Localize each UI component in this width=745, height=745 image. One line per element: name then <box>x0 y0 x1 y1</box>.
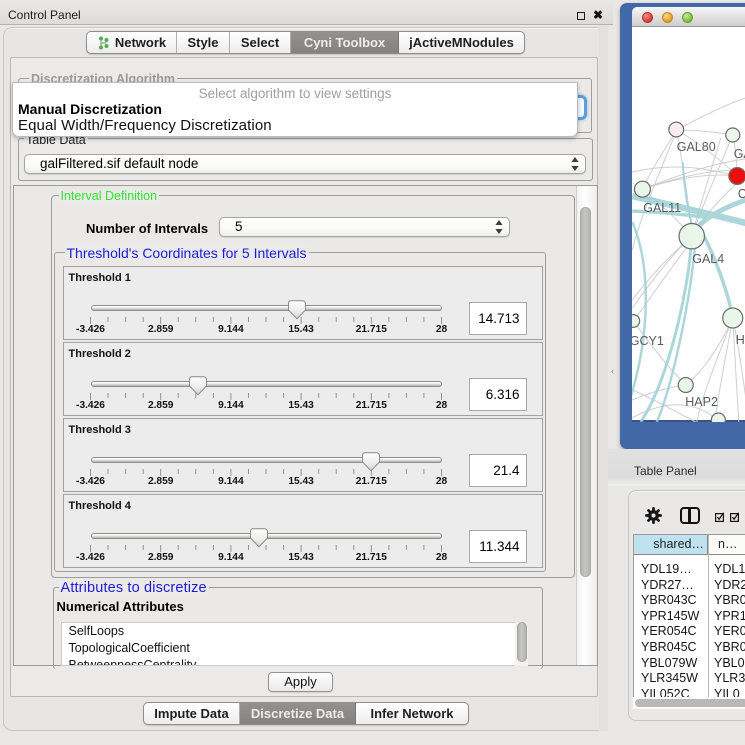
svg-text:28: 28 <box>436 552 448 563</box>
svg-text:2.859: 2.859 <box>148 400 174 411</box>
svg-text:-3.426: -3.426 <box>76 400 105 411</box>
svg-text:15.43: 15.43 <box>288 552 314 563</box>
svg-text:2.859: 2.859 <box>148 324 174 335</box>
svg-text:C: C <box>737 187 745 201</box>
svg-text:H: H <box>735 333 744 347</box>
svg-text:9.144: 9.144 <box>218 476 244 487</box>
svg-text:-3.426: -3.426 <box>76 552 105 563</box>
svg-text:21.715: 21.715 <box>356 400 387 411</box>
svg-text:15.43: 15.43 <box>288 324 314 335</box>
svg-text:9.144: 9.144 <box>218 400 244 411</box>
svg-text:28: 28 <box>436 324 448 335</box>
svg-text:21.715: 21.715 <box>356 476 387 487</box>
svg-text:9.144: 9.144 <box>218 552 244 563</box>
svg-text:GAL80: GAL80 <box>676 140 715 154</box>
svg-text:GAL11: GAL11 <box>643 201 681 215</box>
svg-text:15.43: 15.43 <box>288 476 314 487</box>
svg-text:21.715: 21.715 <box>356 324 387 335</box>
svg-text:28: 28 <box>436 476 448 487</box>
svg-text:2.859: 2.859 <box>148 476 174 487</box>
svg-text:HAP2: HAP2 <box>685 395 718 409</box>
svg-text:GCY1: GCY1 <box>632 334 664 348</box>
svg-text:2.859: 2.859 <box>148 552 174 563</box>
svg-text:GA: GA <box>733 147 745 161</box>
svg-text:15.43: 15.43 <box>288 400 314 411</box>
svg-text:28: 28 <box>436 400 448 411</box>
svg-text:GAL4: GAL4 <box>692 252 724 266</box>
svg-text:-3.426: -3.426 <box>76 476 105 487</box>
svg-text:9.144: 9.144 <box>218 324 244 335</box>
svg-text:-3.426: -3.426 <box>76 324 105 335</box>
svg-text:21.715: 21.715 <box>356 552 387 563</box>
